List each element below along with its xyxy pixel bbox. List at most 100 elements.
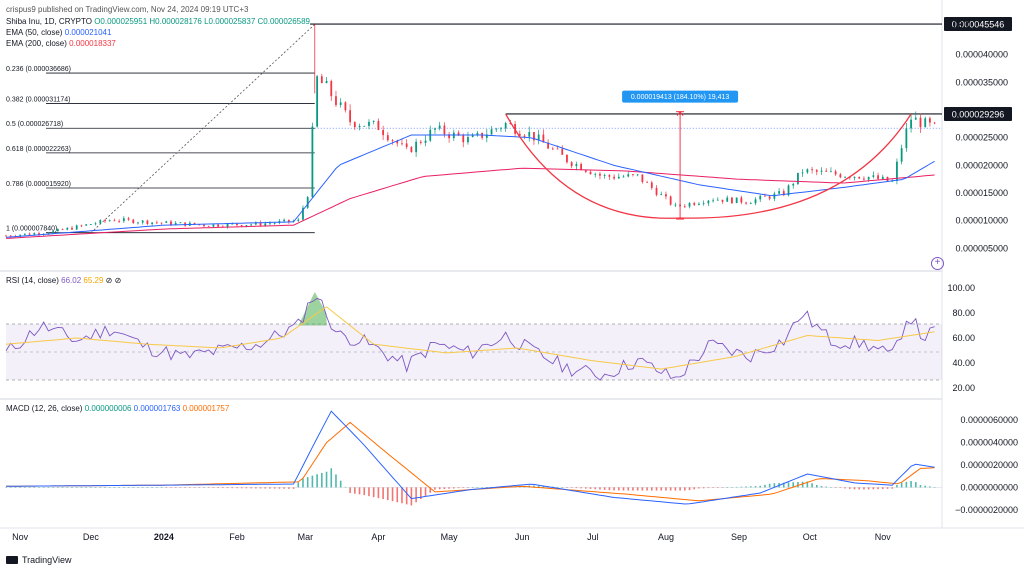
macd-histogram-bar [207, 487, 210, 488]
macd-histogram-bar [349, 487, 351, 494]
macd-histogram-bar [486, 487, 488, 488]
macd-histogram-bar [160, 487, 163, 488]
candle-body [566, 154, 568, 163]
macd-histogram-bar [768, 483, 771, 488]
macd-histogram-bar [632, 487, 634, 491]
ema200-legend[interactable]: EMA (200, close) 0.000018337 [6, 39, 116, 48]
time-axis-label: Feb [229, 532, 245, 542]
rsi-value: 66.02 [61, 276, 82, 285]
candle-body [269, 223, 271, 225]
candle-body [622, 176, 625, 178]
macd-histogram-bar [108, 487, 111, 488]
time-axis-label: May [441, 532, 459, 542]
symbol-label[interactable]: Shiba Inu, 1D, CRYPTO [6, 17, 92, 26]
settings-icon[interactable]: ⊘ ⊘ [106, 276, 122, 285]
macd-signal-line[interactable] [5, 421, 935, 502]
rsi-axis-label: 100.00 [947, 283, 975, 293]
price-axis-label: 0.000005000 [955, 243, 1008, 253]
time-axis-label: Dec [83, 532, 100, 542]
rsi-legend[interactable]: RSI (14, close) 66.02 65.29 ⊘ ⊘ [6, 276, 121, 285]
candle-body [184, 222, 187, 226]
candle-body [311, 126, 314, 198]
macd-histogram-bar [57, 487, 59, 488]
candle-body [570, 162, 573, 167]
macd-histogram-bar [434, 487, 436, 490]
rsi-ma-value: 65.29 [83, 276, 104, 285]
time-axis-label: Mar [298, 532, 314, 542]
macd-histogram-bar [217, 487, 219, 489]
macd-histogram-bar [797, 481, 799, 488]
macd-line[interactable] [5, 410, 935, 505]
candle-body [320, 76, 323, 84]
macd-histogram-bar [759, 485, 762, 488]
candle-body [660, 194, 663, 195]
tradingview-logo[interactable]: TradingView [6, 555, 72, 565]
macd-histogram-bar [316, 474, 318, 488]
macd-histogram-bar [651, 487, 653, 491]
macd-histogram-bar [613, 487, 615, 491]
macd-histogram-bar [236, 487, 238, 489]
candle-body [716, 199, 719, 201]
candle-body [844, 176, 846, 178]
candle-body [919, 117, 922, 128]
macd-legend[interactable]: MACD (12, 26, close) 0.000000006 0.00000… [6, 404, 229, 413]
candle-body [99, 220, 102, 224]
macd-histogram-bar [283, 487, 285, 489]
macd-histogram-bar [594, 487, 597, 490]
chart-canvas[interactable]: 0.236 (0.000036686) 0.382 (0.000031174) 0.… [0, 0, 1024, 568]
macd-histogram-bar [636, 487, 639, 491]
macd-histogram-bar [585, 487, 587, 489]
candle-body [551, 148, 554, 150]
ema50-legend[interactable]: EMA (50, close) 0.000021041 [6, 28, 111, 37]
macd-histogram-bar [405, 487, 408, 505]
macd-histogram-bar [222, 487, 224, 489]
candle-body [415, 141, 418, 153]
candle-body [924, 118, 927, 128]
time-axis-label: Apr [371, 532, 385, 542]
candle-body [561, 148, 564, 155]
macd-histogram-bar [891, 487, 894, 489]
candle-body [391, 140, 394, 142]
price-axis-label: 0.000010000 [955, 216, 1008, 226]
price-axis-label: 0.000040000 [955, 50, 1008, 60]
candle-body [632, 174, 634, 176]
candle-body [443, 125, 446, 135]
macd-histogram-bar [292, 487, 295, 489]
macd-histogram-bar [311, 475, 314, 488]
macd-histogram-bar [900, 482, 903, 488]
fib-level-label: 1 (0.000007840) [6, 226, 57, 233]
candle-body [674, 204, 677, 206]
candle-body [815, 170, 818, 172]
candle-body [731, 197, 733, 204]
candle-body [914, 117, 917, 120]
macd-histogram-bar [745, 486, 747, 488]
macd-histogram-bar [764, 484, 766, 488]
candle-body [236, 223, 238, 226]
candle-body [203, 224, 205, 227]
macd-histogram-bar [641, 487, 644, 491]
macd-histogram-bar [19, 487, 21, 488]
macd-histogram-bar [387, 487, 389, 501]
macd-histogram-bar [566, 487, 568, 488]
candle-body [52, 231, 55, 234]
macd-histogram-bar [344, 486, 347, 488]
macd-histogram-bar [750, 486, 752, 488]
candle-body [245, 225, 248, 227]
macd-histogram-bar [52, 487, 54, 488]
add-indicator-icon[interactable]: + [931, 257, 944, 270]
candle-body [627, 174, 630, 177]
macd-histogram-bar [85, 487, 87, 488]
currency-label[interactable]: USD [949, 20, 970, 31]
candle-body [830, 171, 832, 173]
candle-body [71, 227, 73, 230]
macd-histogram-bar [556, 486, 559, 488]
candle-body [61, 229, 64, 230]
candle-body [146, 220, 149, 225]
macd-histogram-bar [877, 487, 879, 490]
macd-histogram-bar [47, 487, 50, 488]
macd-histogram-bar [104, 487, 106, 488]
macd-histogram-bar [471, 487, 474, 488]
macd-histogram-bar [839, 487, 842, 488]
ema50-line[interactable] [5, 134, 935, 238]
macd-histogram-bar [622, 487, 625, 491]
